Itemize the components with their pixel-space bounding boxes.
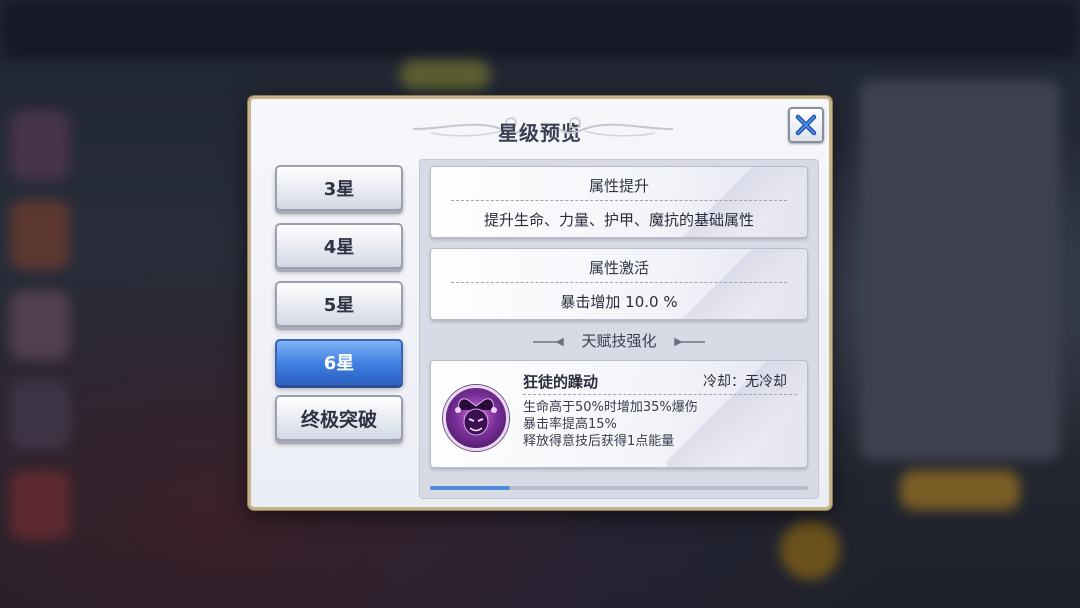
tab-label: 终极突破 — [300, 408, 377, 431]
close-button[interactable] — [788, 107, 824, 143]
scrollbar-thumb[interactable] — [430, 486, 510, 490]
title-ornament-right-icon — [558, 117, 674, 137]
attribute-boost-text: 提升生命、力量、护甲、魔抗的基础属性 — [483, 211, 754, 229]
talent-skill-card: 狂徒的躁动 冷却：无冷却 生命高于50%时增加35%爆伤 暴击率提高15% 释放… — [430, 360, 808, 468]
tab-3-star[interactable]: 3星 — [275, 165, 403, 211]
tab-label: 3星 — [323, 179, 355, 200]
divider — [451, 282, 787, 283]
divider — [523, 394, 797, 395]
divider — [451, 200, 787, 201]
tab-label: 4星 — [323, 237, 355, 258]
tab-label: 5星 — [323, 295, 355, 316]
content-scrollbar[interactable] — [430, 486, 808, 490]
star-preview-dialog: 星级预览 3星 4星 5星 6星 终极突破 属性提升 提升生命、力量、护甲、魔抗… — [248, 96, 832, 510]
tab-6-star[interactable]: 6星 — [275, 339, 403, 385]
skill-description: 生命高于50%时增加35%爆伤 暴击率提高15% 释放得意技后获得1点能量 — [523, 399, 698, 450]
dialog-header: 星级预览 — [251, 109, 829, 149]
talent-section-label: 天赋技强化 — [581, 332, 657, 350]
attribute-activate-text: 暴击增加 10.0 % — [560, 293, 678, 311]
tab-4-star[interactable]: 4星 — [275, 223, 403, 269]
attribute-activate-card: 属性激活 暴击增加 10.0 % — [430, 248, 808, 320]
attribute-activate-title: 属性激活 — [588, 259, 649, 277]
jester-mask-icon — [443, 385, 509, 451]
skill-line: 释放得意技后获得1点能量 — [523, 434, 675, 449]
tab-label: 6星 — [323, 353, 355, 374]
skill-cooldown: 冷却：无冷却 — [703, 374, 787, 390]
tab-ultimate-breakthrough[interactable]: 终极突破 — [275, 395, 403, 441]
skill-line: 暴击率提高15% — [523, 417, 617, 432]
skill-name: 狂徒的躁动 — [523, 373, 599, 391]
skill-line: 生命高于50%时增加35%爆伤 — [523, 400, 698, 415]
close-x-icon — [795, 114, 817, 136]
attribute-boost-title: 属性提升 — [588, 177, 649, 195]
section-ornament-right-icon — [674, 337, 706, 346]
section-ornament-left-icon — [532, 337, 564, 346]
talent-section-header: 天赋技强化 — [420, 330, 818, 354]
star-detail-panel: 属性提升 提升生命、力量、护甲、魔抗的基础属性 属性激活 暴击增加 10.0 %… — [419, 159, 819, 499]
tab-5-star[interactable]: 5星 — [275, 281, 403, 327]
attribute-boost-card: 属性提升 提升生命、力量、护甲、魔抗的基础属性 — [430, 166, 808, 238]
dialog-title: 星级预览 — [498, 121, 582, 145]
